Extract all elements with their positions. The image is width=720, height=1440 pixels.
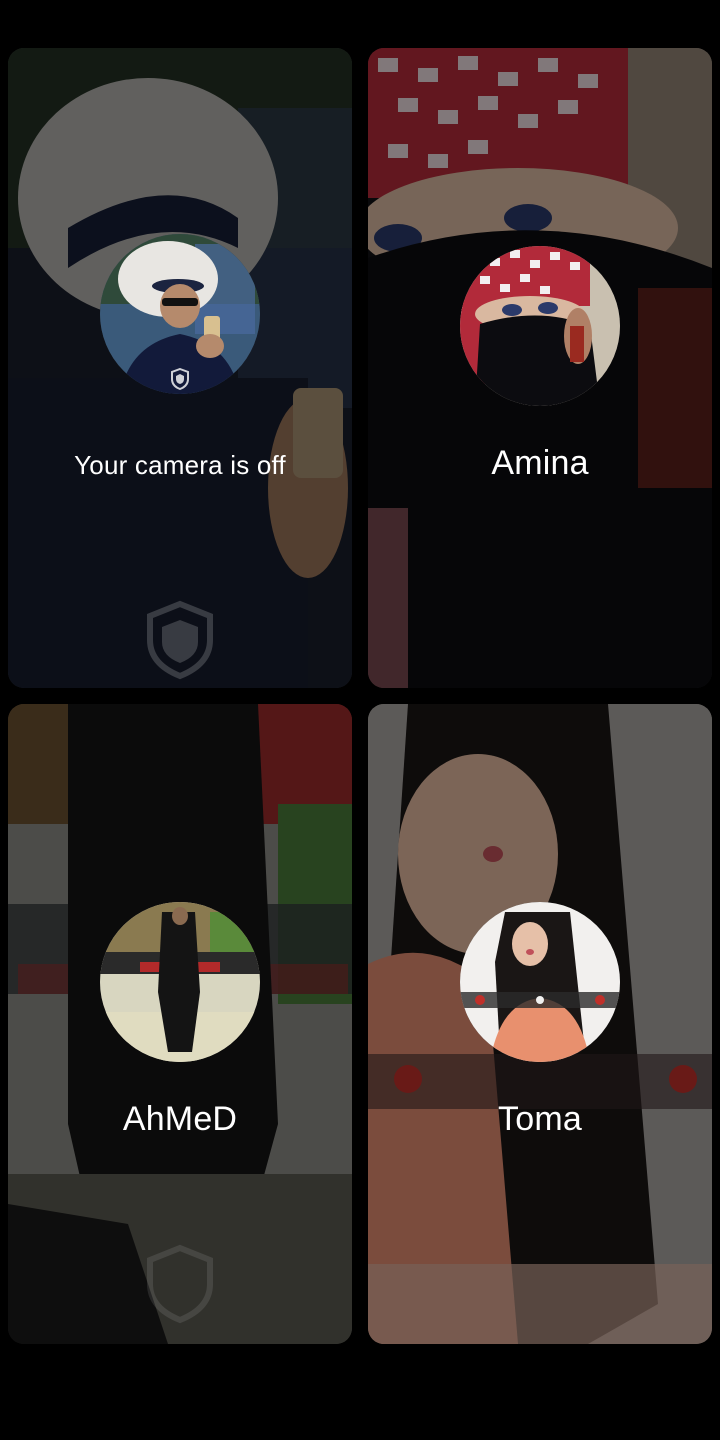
participant-name: Toma <box>498 1100 582 1138</box>
shield-icon <box>144 600 216 680</box>
shield-icon <box>144 1244 216 1324</box>
avatar <box>100 902 260 1062</box>
avatar <box>460 246 620 406</box>
participant-name: Amina <box>491 444 589 482</box>
avatar <box>100 234 260 394</box>
avatar <box>460 902 620 1062</box>
camera-off-status: Your camera is off <box>74 450 286 480</box>
participant-name: AhMeD <box>122 1100 238 1138</box>
participant-tile-toma[interactable]: Toma <box>368 704 712 1344</box>
participant-tile-amina[interactable]: Amina <box>368 48 712 688</box>
participant-tile-self[interactable]: Your camera is off <box>8 48 352 688</box>
participant-tile-ahmed[interactable]: AhMeD <box>8 704 352 1344</box>
video-call-grid: Your camera is off Amina AhMeD Toma <box>0 0 720 1440</box>
shield-icon <box>170 368 190 390</box>
